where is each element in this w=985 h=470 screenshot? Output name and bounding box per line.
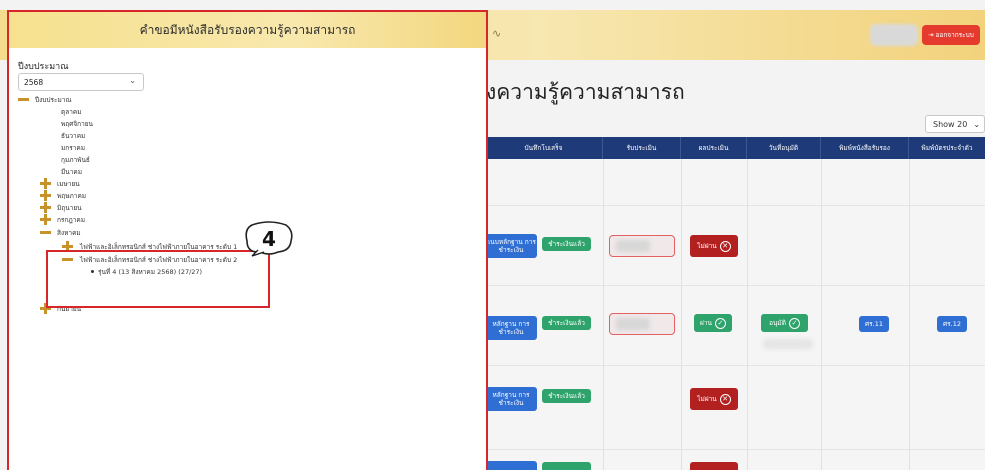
fail-label: ไม่ผ่าน [697,242,717,250]
step-callout: 4 [245,221,293,257]
approved-label: อนุมัติ [769,319,786,327]
pass-label: ผ่าน [700,319,712,327]
approve-date-blurred [763,339,813,349]
tree-root[interactable]: ปีงบประมาณ [35,95,72,105]
tree-month[interactable]: เมษายน [57,179,80,189]
tree-month[interactable]: มีนาคม [61,167,82,177]
col-approve-date: วันที่อนุมัติ [747,137,821,159]
table-body: แนบหลักฐาน การชำระเงิน ชำระเงินแล้ว ไม่ผ… [485,159,985,470]
chevron-down-icon: ⌄ [973,119,981,129]
view-proof-button[interactable] [485,461,537,470]
check-circle-icon: ✓ [714,317,726,329]
paid-badge [542,462,591,470]
screen: ∿ ⇥ ออกจากระบบ งความรู้ความสามารถ Show 2… [0,0,985,470]
logout-button[interactable]: ⇥ ออกจากระบบ [922,25,980,45]
highlight-box [46,250,270,308]
step-number: 4 [262,227,276,251]
col-print-cert: พิมพ์หนังสือรับรอง [821,137,909,159]
tree-month[interactable]: พฤศจิกายน [61,119,93,129]
col-accept: รับประเมิน [603,137,681,159]
col-print-card: พิมพ์บัตรประจำตัว [921,144,973,152]
show-entries-value: Show 20 [933,119,968,129]
expand-icon[interactable] [40,178,51,189]
col-receipt: บันทึกโบเสร็จ [485,137,603,159]
tree-month[interactable]: กุมภาพันธ์ [61,155,90,165]
tree-month[interactable]: มกราคม [61,143,85,153]
collapse-icon[interactable] [40,227,51,238]
show-entries-select[interactable]: Show 20 ⌄ [925,115,985,133]
fail-badge: ไม่ผ่าน ✕ [690,235,738,257]
pass-badge: ผ่าน ✓ [694,314,732,332]
view-proof-button[interactable]: หลักฐาน การชำระเงิน [485,387,537,411]
row-divider [485,365,985,366]
user-name-blurred [870,24,918,46]
close-circle-icon: ✕ [719,240,731,252]
row-divider [485,449,985,450]
print-cert-button[interactable]: ศร.11 [859,316,889,332]
tree-month[interactable]: กรกฎาคม [57,215,85,225]
tree-month[interactable]: ตุลาคม [61,107,82,117]
paid-badge: ชำระเงินแล้ว [542,389,591,403]
fail-badge [690,462,738,470]
paid-badge: ชำระเงินแล้ว [542,316,591,330]
check-circle-icon: ✓ [788,317,800,329]
row-divider [485,205,985,206]
tree-month[interactable]: ธันวาคม [61,131,85,141]
table-header: บันทึกโบเสร็จ รับประเมิน ผลประเมิน วันที… [485,137,985,159]
expand-icon[interactable] [40,190,51,201]
view-proof-button[interactable]: หลักฐาน การชำระเงิน [485,316,537,340]
upload-proof-button[interactable]: แนบหลักฐาน การชำระเงิน [485,234,537,258]
logout-label: ออกจากระบบ [935,31,974,39]
close-circle-icon: ✕ [719,393,731,405]
approved-badge: อนุมัติ ✓ [761,314,808,332]
activity-icon: ∿ [492,27,502,40]
page-heading: งความรู้ความสามารถ [486,80,685,104]
expand-icon[interactable] [40,202,51,213]
tree-month[interactable]: มิถุนายน [57,203,82,213]
tree-month-expanded[interactable]: สิงหาคม [57,228,81,238]
fail-badge: ไม่ผ่าน ✕ [690,388,738,410]
print-card-button[interactable]: ศร.12 [937,316,967,332]
assessment-date-blurred [609,313,675,335]
expand-icon[interactable] [40,214,51,225]
paid-badge: ชำระเงินแล้ว [542,237,591,251]
col-result: ผลประเมิน [681,137,747,159]
row-divider [485,285,985,286]
collapse-icon[interactable] [18,94,29,105]
assessment-date-blurred [609,235,675,257]
tree-month[interactable]: พฤษภาคม [57,191,86,201]
logout-icon: ⇥ [928,31,934,39]
fail-label: ไม่ผ่าน [697,395,717,403]
